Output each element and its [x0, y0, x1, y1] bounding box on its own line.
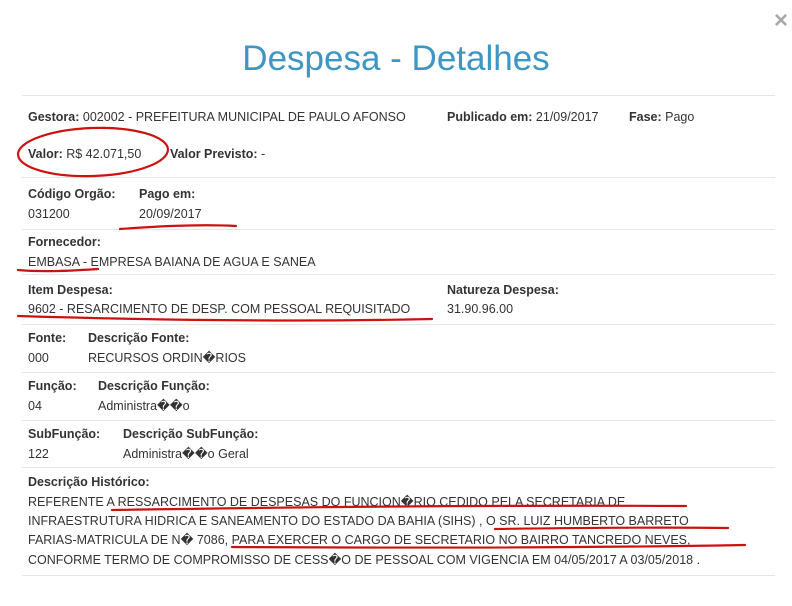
- codigo-orgao-value: 031200: [28, 207, 70, 221]
- valor-value: R$ 42.071,50: [66, 147, 142, 161]
- funcao-label: Função:: [28, 379, 77, 393]
- gestora-field: Gestora: 002002 - PREFEITURA MUNICIPAL D…: [28, 109, 406, 125]
- divider: [22, 467, 775, 468]
- fonte-value: 000: [28, 351, 49, 365]
- fase-label: Fase:: [629, 110, 662, 124]
- divider: [22, 575, 775, 576]
- funcao-value: 04: [28, 399, 42, 413]
- gestora-value: 002002 - PREFEITURA MUNICIPAL DE PAULO A…: [82, 110, 406, 124]
- publicado-label: Publicado em:: [447, 110, 533, 124]
- descricao-subfuncao-label: Descrição SubFunção:: [123, 427, 259, 441]
- divider: [22, 420, 775, 421]
- fonte-label: Fonte:: [28, 331, 67, 345]
- natureza-value: 31.90.96.00: [447, 302, 514, 316]
- divider: [22, 274, 775, 275]
- codigo-orgao-label: Código Orgão:: [28, 187, 116, 201]
- historico-label: Descrição Histórico:: [28, 475, 150, 489]
- pago-em-value: 20/09/2017: [139, 207, 202, 221]
- fase-value: Pago: [665, 110, 695, 124]
- valor-field: Valor: R$ 42.071,50: [28, 146, 141, 162]
- valor-previsto-field: Valor Previsto: -: [170, 146, 265, 162]
- divider: [22, 372, 775, 373]
- descricao-fonte-label: Descrição Fonte:: [88, 331, 190, 345]
- subfuncao-label: SubFunção:: [28, 427, 101, 441]
- gestora-label: Gestora:: [28, 110, 80, 124]
- descricao-funcao-label: Descrição Função:: [98, 379, 210, 393]
- descricao-subfuncao-value: Administra��o Geral: [123, 447, 249, 461]
- item-despesa-value: 9602 - RESARCIMENTO DE DESP. COM PESSOAL…: [28, 302, 411, 316]
- fornecedor-label: Fornecedor:: [28, 235, 101, 249]
- fase-field: Fase: Pago: [629, 109, 694, 125]
- descricao-fonte-value: RECURSOS ORDIN�RIOS: [88, 351, 246, 365]
- historico-line: CONFORME TERMO DE COMPROMISSO DE CESS�O …: [28, 552, 701, 567]
- valor-previsto-label: Valor Previsto:: [170, 147, 258, 161]
- pago-em-label: Pago em:: [139, 187, 196, 201]
- valor-previsto-value: -: [261, 147, 266, 161]
- item-despesa-label: Item Despesa:: [28, 283, 113, 297]
- historico-text: REFERENTE A RESSARCIMENTO DE DESPESAS DO…: [28, 493, 768, 570]
- historico-line: FARIAS-MATRICULA DE N� 7086, PARA EXERCE…: [28, 533, 691, 548]
- valor-label: Valor:: [28, 147, 63, 161]
- subfuncao-value: 122: [28, 447, 49, 461]
- divider: [22, 229, 775, 230]
- descricao-funcao-value: Administra��o: [98, 399, 190, 413]
- divider: [22, 324, 775, 325]
- historico-line: REFERENTE A RESSARCIMENTO DE DESPESAS DO…: [28, 495, 626, 509]
- page-title: Despesa - Detalhes: [242, 39, 550, 78]
- close-icon[interactable]: ×: [771, 9, 791, 33]
- divider: [22, 95, 775, 96]
- publicado-field: Publicado em: 21/09/2017: [447, 109, 598, 125]
- historico-line: INFRAESTRUTURA HIDRICA E SANEAMENTO DO E…: [28, 514, 689, 529]
- publicado-value: 21/09/2017: [535, 110, 599, 124]
- natureza-label: Natureza Despesa:: [447, 283, 559, 297]
- fornecedor-value: EMBASA - EMPRESA BAIANA DE AGUA E SANEA: [28, 255, 316, 269]
- divider: [22, 177, 775, 178]
